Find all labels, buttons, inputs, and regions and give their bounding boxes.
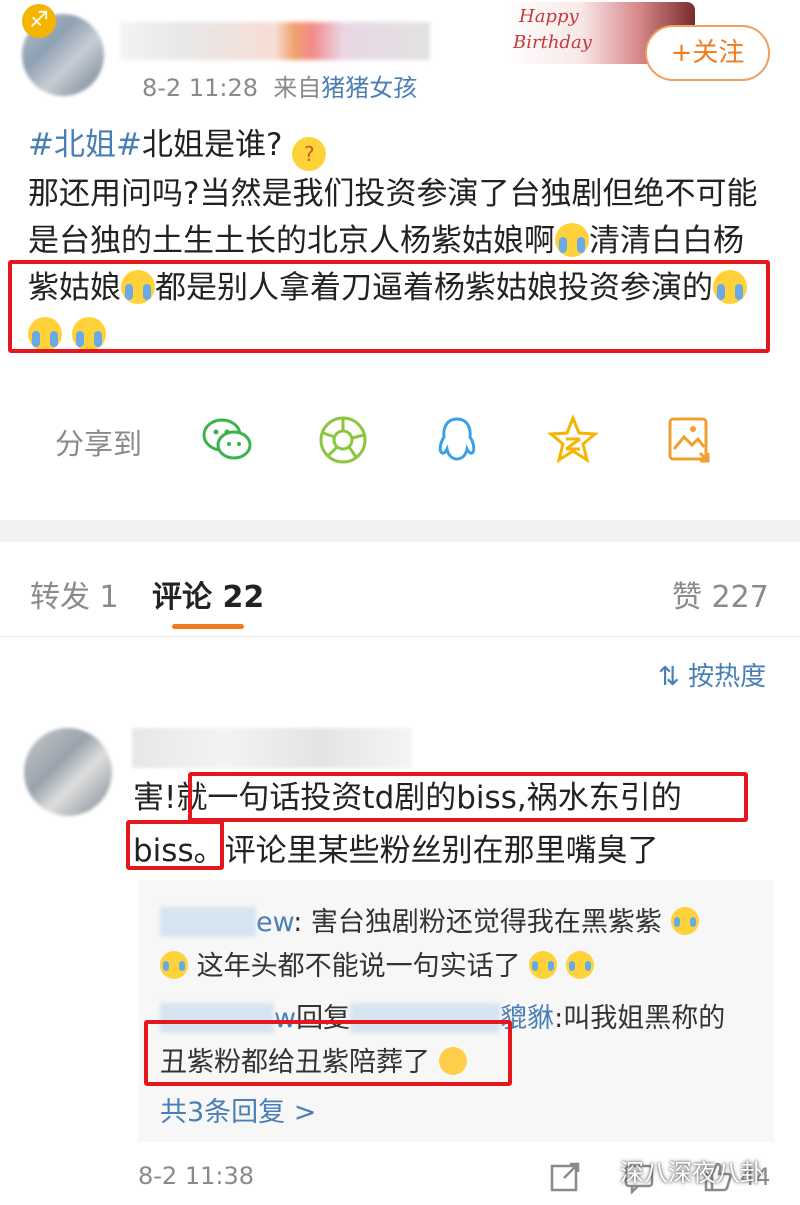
scared-emoji-icon [438,1047,467,1075]
post-from-label: 来自 [273,74,322,102]
reply-2-line1: w回复 貔貅:叫我姐黑称的 [160,996,725,1035]
more-replies-link[interactable]: 共3条回复 > [160,1090,316,1129]
crying-emoji-icon [121,270,155,304]
laugh-cry-emoji-icon [565,951,594,979]
birthday-text-1: Happy [519,6,579,27]
reply-1-line2: 这年头都不能说一句实话了 [160,944,594,983]
laugh-cry-emoji-icon [160,951,188,979]
follow-button[interactable]: +关注 [645,25,770,81]
wechat-icon[interactable] [200,413,254,467]
qq-icon[interactable] [430,413,484,467]
crying-emoji-icon [555,223,589,257]
tab-likes[interactable]: 赞 227 [672,572,769,616]
crying-emoji-icon [713,270,747,304]
birthday-text-2: Birthday [513,32,592,53]
author-name-blurred[interactable] [120,22,430,60]
thinking-emoji-icon: ? [292,137,327,171]
repost-icon[interactable] [548,1160,582,1194]
post-body: #北姐#北姐是谁? ? 那还用问吗?当然是我们投资参演了台独剧但绝不可能是台独的… [28,122,773,359]
qzone-icon[interactable] [546,413,600,467]
reply-1-line1: ew: 害台独剧粉还觉得我在黑紫紫 [160,900,699,939]
section-divider [0,520,800,542]
crying-emoji-icon [28,317,62,351]
post-source[interactable]: 猪猪女孩 [321,74,417,102]
share-row: 分享到 [0,405,800,475]
reply-2-user[interactable]: w [274,1003,296,1034]
reply-1-user-blurred[interactable] [160,907,256,937]
commenter-name-blurred[interactable] [132,728,412,768]
post-body-c: 都是别人拿着刀逼着杨紫姑娘投资参演的 [155,270,713,306]
post-meta: 8-2 11:28 来自猪猪女孩 [142,68,417,103]
hashtag-link[interactable]: #北姐# [28,127,142,163]
tab-repost[interactable]: 转发 1 [30,572,119,616]
zodiac-badge-icon: ♐ [22,4,56,38]
reply-2-target-blurred[interactable] [350,1003,501,1033]
sort-toggle[interactable]: ⇅ 按热度 [658,656,766,693]
commenter-avatar[interactable] [24,728,112,816]
reply-2-text-a: :叫我姐黑称的 [554,1003,726,1034]
reply-1-text-a: : 害台独剧粉还觉得我在黑紫紫 [293,907,662,938]
reply-2-line2: 丑紫粉都给丑紫陪葬了 [160,1040,467,1079]
laugh-cry-emoji-icon [670,907,699,935]
reply-1-text-b: 这年头都不能说一句实话了 [196,951,521,982]
post-line1: 北姐是谁? [141,127,283,163]
reply-1-user[interactable]: ew [256,907,293,938]
share-label: 分享到 [55,427,143,461]
reply-2-user-blurred[interactable] [160,1003,274,1033]
sort-icon: ⇅ [658,662,680,692]
laugh-cry-emoji-icon [529,951,558,979]
tab-comments[interactable]: 评论 22 [152,572,264,616]
comment-line1: 害!就一句话投资td剧的biss,祸水东引的 [133,780,682,816]
moments-icon[interactable] [316,413,370,467]
reply-2-text-b: 丑紫粉都给丑紫陪葬了 [160,1047,430,1078]
reply-2-target[interactable]: 貔貅 [500,1003,554,1034]
reply-thread: ew: 害台独剧粉还觉得我在黑紫紫 这年头都不能说一句实话了 w回复 貔貅:叫我姐… [138,880,774,1142]
reply-2-reply-word: 回复 [296,1003,351,1034]
post-tabs: 转发 1 评论 22 赞 227 [0,542,800,637]
sort-label: 按热度 [688,662,767,692]
watermark: 深八深夜八卦 [620,1159,764,1187]
comment-body: 害!就一句话投资td剧的biss,祸水东引的 biss。评论里某些粉丝别在那里嘴… [133,772,773,878]
crying-emoji-icon [71,317,106,351]
save-image-icon[interactable] [662,413,716,467]
comment-line2: biss。评论里某些粉丝别在那里嘴臭了 [133,833,659,869]
comment-time: 8-2 11:38 [138,1162,254,1190]
active-tab-indicator [172,624,244,629]
post-time: 8-2 11:28 [142,74,258,102]
weibo-post: ♐ 8-2 11:28 来自猪猪女孩 Happy Birthday +关注 #北… [0,0,800,520]
